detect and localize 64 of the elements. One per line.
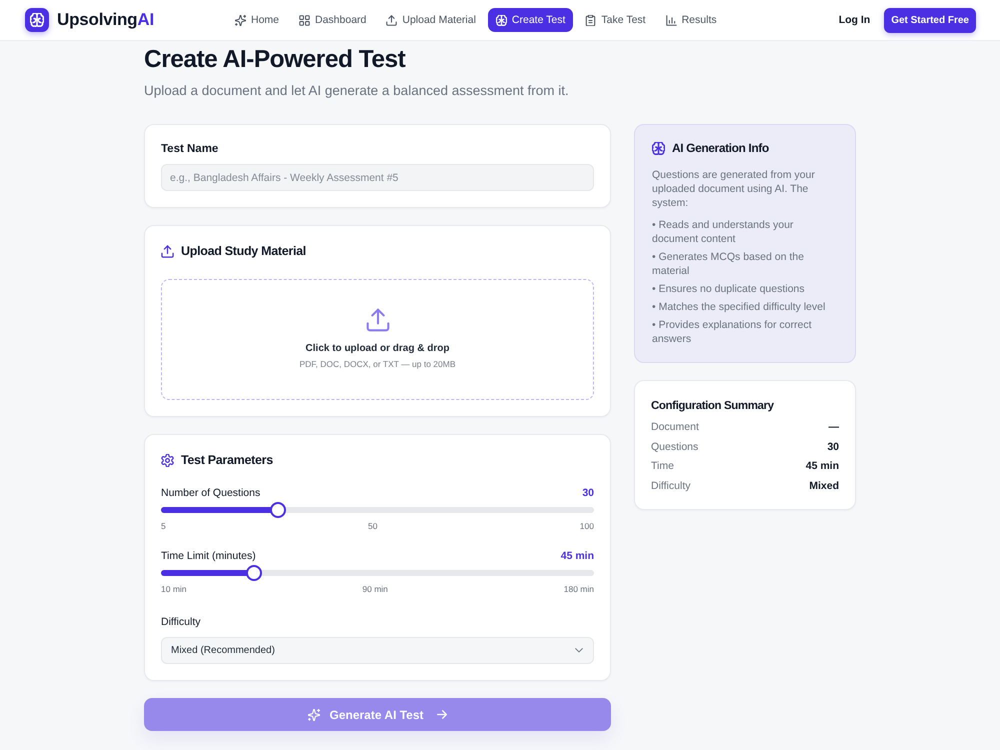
bar-chart-icon bbox=[666, 14, 677, 26]
tick-label: 100 bbox=[580, 520, 594, 533]
nav-link[interactable]: Upload Material bbox=[378, 8, 484, 32]
slider-thumb[interactable] bbox=[270, 502, 286, 518]
login-link[interactable]: Log In bbox=[838, 14, 870, 26]
page-subtitle: Upload a document and let AI generate a balanced assessment from it. bbox=[144, 82, 570, 100]
brain-icon bbox=[496, 14, 507, 26]
clipboard-icon bbox=[585, 14, 596, 26]
summary-label: Time bbox=[651, 459, 674, 474]
summary-value: — bbox=[828, 420, 839, 435]
logo-icon bbox=[25, 8, 49, 32]
tick-label: 180 min bbox=[564, 583, 594, 596]
grid-icon bbox=[299, 14, 310, 26]
summary-label: Questions bbox=[651, 440, 698, 454]
slider-value: 30 bbox=[582, 486, 594, 501]
tick-label: 5 bbox=[161, 520, 166, 533]
page-title: Create AI-Powered Test bbox=[144, 45, 406, 75]
slider-label: Number of Questions bbox=[161, 486, 260, 501]
upload-icon bbox=[161, 244, 174, 258]
summary-label: Document bbox=[651, 420, 699, 435]
info-bullet: • Generates MCQs based on the material bbox=[652, 250, 805, 278]
field-label: Difficulty bbox=[161, 615, 202, 630]
summary-value: 30 bbox=[827, 440, 839, 454]
info-bullet: • Matches the specified difficulty level bbox=[652, 300, 826, 314]
upload-icon bbox=[386, 14, 398, 26]
field-label: Test Name bbox=[161, 142, 220, 157]
upload-prompt: Click to upload or drag & drop bbox=[306, 342, 450, 356]
arrow-right-icon bbox=[436, 710, 447, 719]
info-bullet: • Ensures no duplicate questions bbox=[652, 282, 806, 296]
nav-link[interactable]: Dashboard bbox=[291, 8, 374, 32]
summary-value: 45 min bbox=[806, 459, 839, 474]
chevron-down-icon bbox=[575, 648, 583, 653]
nav-link[interactable]: Create Test bbox=[488, 8, 574, 32]
tick-label: 10 min bbox=[161, 583, 187, 596]
nav-link[interactable]: Results bbox=[658, 8, 725, 32]
upload-dropzone[interactable]: Click to upload or drag & drop PDF, DOC, DOCX, or TXT — up to 20MB bbox=[161, 279, 594, 400]
nav-link[interactable]: Take Test bbox=[577, 8, 654, 32]
slider-track[interactable] bbox=[161, 565, 594, 581]
summary-value: Mixed bbox=[809, 478, 839, 494]
slider-value: 45 min bbox=[560, 549, 594, 564]
tick-label: 90 min bbox=[362, 583, 388, 596]
info-bullet: • Reads and understands your document content bbox=[652, 218, 794, 246]
upload-hint: PDF, DOC, DOCX, or TXT — up to 20MB bbox=[299, 358, 456, 371]
section-title: Test Parameters bbox=[181, 452, 273, 469]
slider-track[interactable] bbox=[161, 502, 594, 518]
get-started-button[interactable]: Get Started Free bbox=[884, 8, 976, 32]
tick-label: 50 bbox=[368, 520, 378, 533]
summary-label: Difficulty bbox=[651, 478, 690, 494]
info-bullet: • Provides explanations for correct answers bbox=[652, 318, 812, 346]
section-title: Upload Study Material bbox=[181, 243, 306, 260]
sparkles-icon bbox=[308, 708, 320, 720]
info-title: AI Generation Info bbox=[672, 140, 769, 157]
upload-icon bbox=[366, 308, 390, 332]
slider-label: Time Limit (minutes) bbox=[161, 549, 256, 564]
brand-name: UpsolvingAI bbox=[57, 10, 154, 30]
summary-title: Configuration Summary bbox=[651, 399, 775, 414]
slider-thumb[interactable] bbox=[246, 565, 262, 581]
settings-icon bbox=[161, 454, 174, 466]
test-name-input[interactable]: e.g., Bangladesh Affairs - Weekly Assessment #5 bbox=[161, 164, 594, 191]
sparkles-icon bbox=[234, 14, 246, 26]
brain-icon bbox=[652, 142, 665, 154]
info-text: Questions are generated from your uploaded document using AI. The system: bbox=[652, 168, 816, 210]
nav-link[interactable]: Home bbox=[226, 8, 287, 32]
difficulty-select[interactable]: Mixed (Recommended) bbox=[161, 637, 594, 664]
